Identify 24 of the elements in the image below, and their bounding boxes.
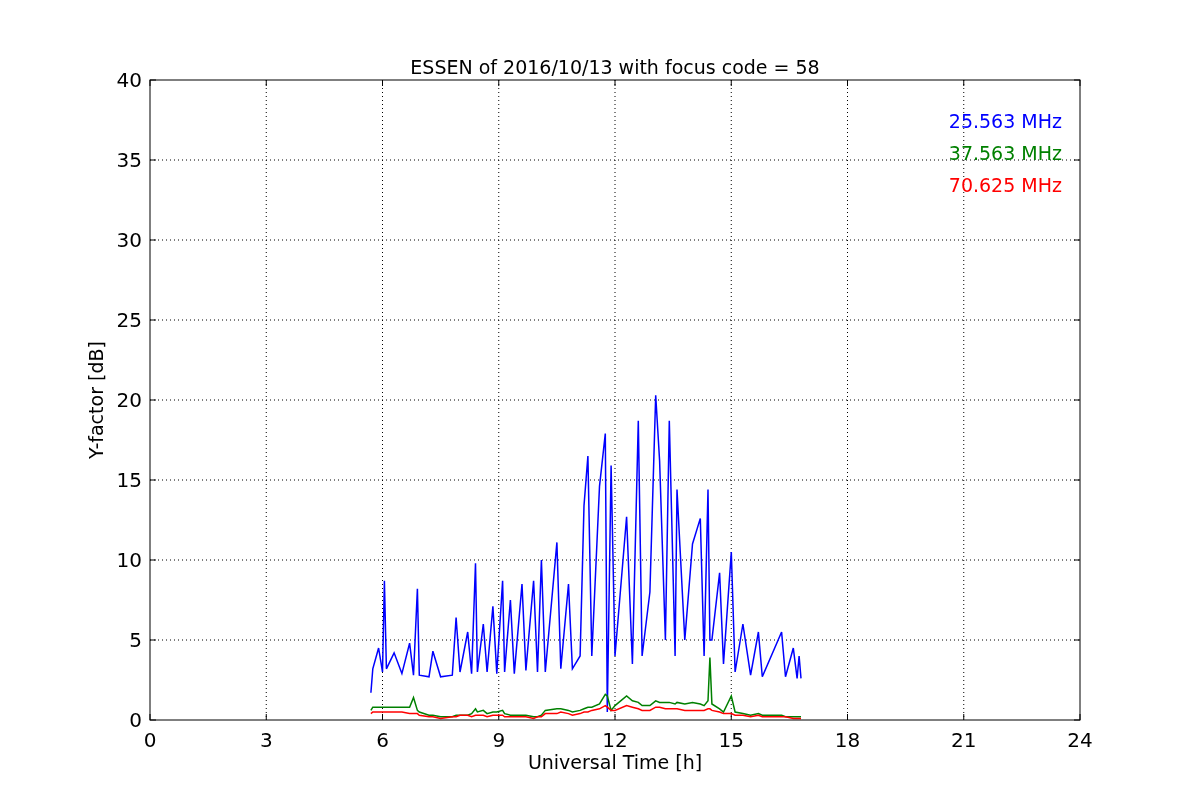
tick-label: 6 bbox=[376, 728, 389, 752]
tick-label: 0 bbox=[143, 728, 157, 752]
tick-label: 15 bbox=[718, 728, 744, 752]
tick-label: 5 bbox=[129, 628, 142, 652]
tick-label: 0 bbox=[129, 708, 142, 732]
axis-label: Universal Time [h] bbox=[527, 751, 703, 773]
legend-label: 25.563 MHz bbox=[948, 110, 1062, 132]
axis-label: Y-factor [dB] bbox=[85, 341, 107, 459]
tick-label: 9 bbox=[492, 728, 506, 752]
legend-label: 37.563 MHz bbox=[948, 142, 1062, 164]
tick-label: 21 bbox=[951, 728, 977, 752]
tick-label: 40 bbox=[116, 68, 142, 92]
tick-label: 3 bbox=[259, 728, 273, 752]
tick-label: 18 bbox=[834, 728, 861, 752]
tick-label: 20 bbox=[116, 388, 142, 412]
tick-label: 25 bbox=[116, 308, 142, 332]
tick-label: 24 bbox=[1067, 728, 1093, 752]
tick-label: 10 bbox=[116, 548, 142, 572]
chart-title: ESSEN of 2016/10/13 with focus code = 58 bbox=[410, 56, 820, 78]
legend-label: 70.625 MHz bbox=[948, 174, 1062, 196]
tick-label: 15 bbox=[116, 468, 142, 492]
tick-label: 30 bbox=[116, 228, 142, 252]
tick-label: 35 bbox=[116, 148, 142, 172]
tick-label: 12 bbox=[602, 728, 628, 752]
